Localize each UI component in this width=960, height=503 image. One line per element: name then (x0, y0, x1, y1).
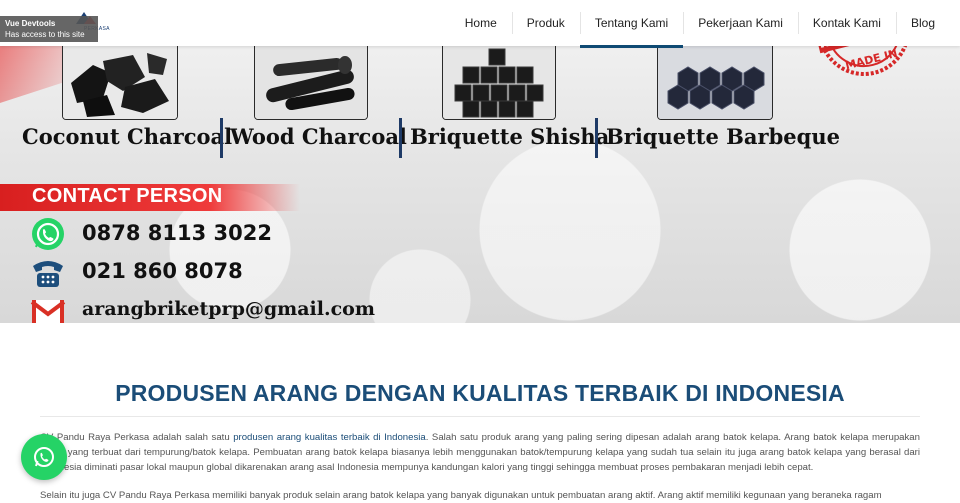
nav-pekerjaan-kami[interactable]: Pekerjaan Kami (683, 0, 798, 46)
product-label-coconut: Coconut Charcoal (22, 124, 233, 149)
devtools-title: Vue Devtools (5, 19, 56, 28)
coconut-charcoal-photo (62, 42, 178, 120)
vue-devtools-badge[interactable]: Vue Devtools Has access to this site (0, 16, 98, 42)
nav-tentang-kami[interactable]: Tentang Kami (579, 0, 684, 48)
nav-blog[interactable]: Blog (895, 0, 950, 46)
intro-text-before: CV Pandu Raya Perkasa adalah salah satu (40, 432, 234, 443)
contact-email: arangbriketprp@gmail.com (82, 298, 375, 320)
product-label-shisha: Briquette Shisha (410, 124, 610, 149)
whatsapp-icon (30, 216, 66, 250)
label-separator (595, 118, 598, 158)
main-navigation: Home Produk Tentang Kami Pekerjaan Kami … (450, 0, 950, 48)
briquette-barbeque-photo (657, 42, 773, 120)
telephone-icon (30, 256, 66, 290)
nav-kontak-kami[interactable]: Kontak Kami (797, 0, 896, 46)
second-paragraph: Selain itu juga CV Pandu Raya Perkasa me… (40, 490, 882, 501)
whatsapp-icon (34, 447, 54, 467)
nav-home[interactable]: Home (450, 0, 512, 46)
intro-paragraph: CV Pandu Raya Perkasa adalah salah satu … (40, 430, 920, 475)
whatsapp-chat-button[interactable] (21, 434, 67, 480)
wood-charcoal-photo (254, 42, 368, 120)
label-separator (399, 118, 402, 158)
devtools-subtitle: Has access to this site (5, 30, 85, 39)
svg-text:MADE IN: MADE IN (844, 47, 899, 72)
title-divider (40, 416, 920, 417)
contact-office-number: 021 860 8078 (82, 259, 243, 283)
product-label-barbeque: Briquette Barbeque (606, 124, 840, 149)
hero-banner: Coconut Charcoal Wood Charcoal Briquette… (0, 0, 960, 323)
nav-produk[interactable]: Produk (511, 0, 580, 46)
page-title: PRODUSEN ARANG DENGAN KUALITAS TERBAIK D… (115, 380, 845, 406)
product-label-wood: Wood Charcoal (230, 124, 407, 149)
contact-person-title: CONTACT PERSON (32, 185, 223, 207)
contact-mobile-number: 0878 8113 3022 (82, 221, 272, 245)
gmail-icon (30, 296, 66, 323)
site-header: PERKASA Home Produk Tentang Kami Pekerja… (0, 0, 960, 48)
label-separator (220, 118, 223, 158)
produsen-arang-link[interactable]: produsen arang kualitas terbaik di Indon… (233, 432, 426, 443)
briquette-shisha-photo (442, 42, 556, 120)
